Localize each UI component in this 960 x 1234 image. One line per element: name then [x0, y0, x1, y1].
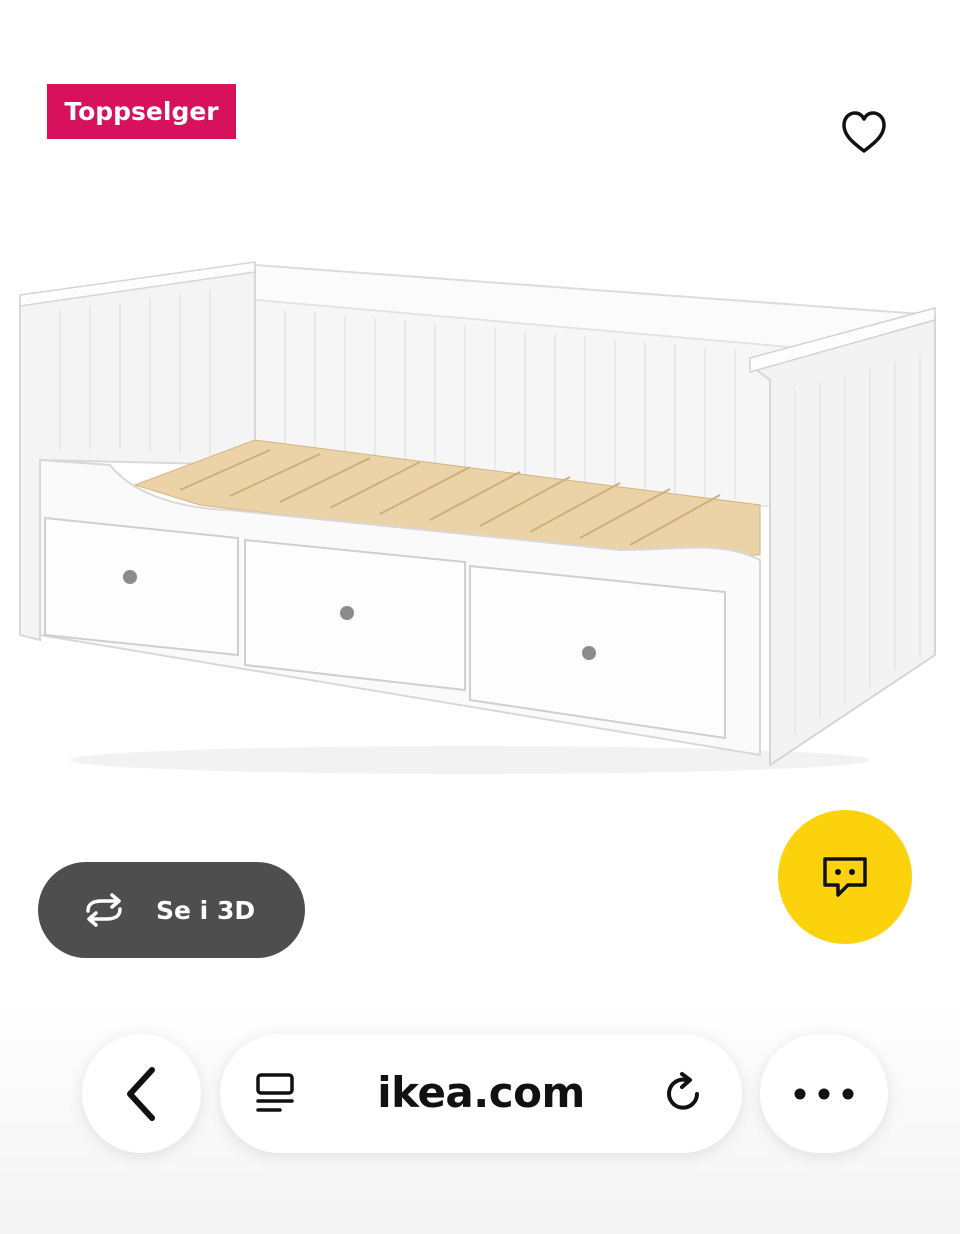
favorite-button[interactable]	[838, 107, 890, 157]
chat-bubble-icon	[823, 857, 867, 897]
product-image	[19, 261, 936, 774]
top-seller-badge: Toppselger	[47, 84, 236, 139]
rotate-3d-icon	[86, 893, 122, 927]
more-dots-icon	[794, 1088, 854, 1099]
top-seller-badge-label: Toppselger	[64, 97, 219, 126]
reload-icon	[667, 1072, 699, 1110]
heart-icon	[842, 111, 886, 153]
chevron-left-icon	[126, 1066, 155, 1121]
back-button[interactable]	[82, 1034, 201, 1153]
view-in-3d-button[interactable]: Se i 3D	[38, 862, 305, 958]
chat-button[interactable]	[778, 810, 912, 944]
address-bar[interactable]: ikea.com	[220, 1034, 742, 1153]
more-options-button[interactable]	[760, 1034, 888, 1153]
reload-button[interactable]	[660, 1070, 708, 1118]
view-in-3d-label: Se i 3D	[156, 895, 256, 925]
